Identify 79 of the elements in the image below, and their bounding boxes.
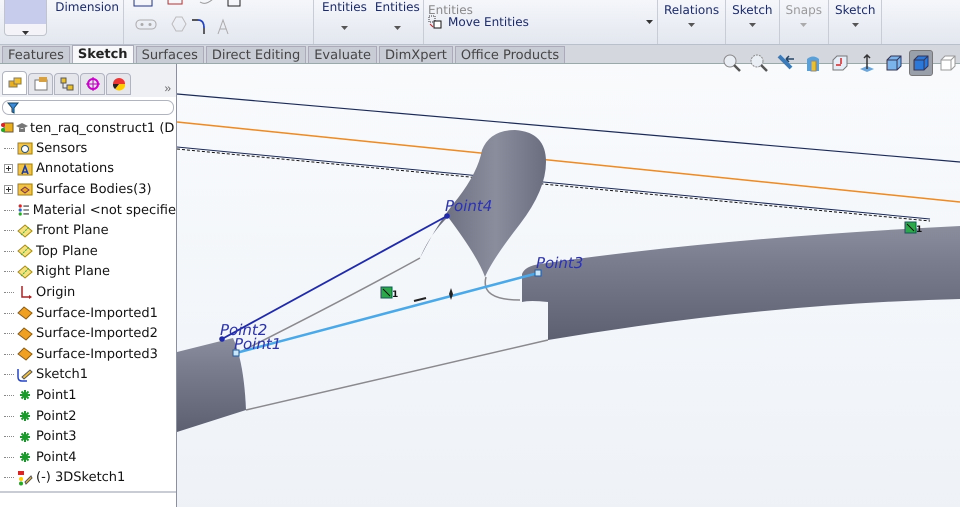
ribbon-tab[interactable]: DimXpert [379,46,453,63]
tree-item-label[interactable]: Point1 [36,388,77,403]
point-marker [534,270,542,276]
surface-icon [17,346,33,362]
relation-count: 1 [916,225,922,235]
annotations-icon [17,160,33,177]
tree-item-label[interactable]: Point4 [36,450,77,465]
ribbon-tab[interactable]: Office Products [454,46,566,63]
dimension-button[interactable]: Dimension [51,0,123,20]
tree-item-label[interactable]: Point3 [36,429,77,444]
tree-item-label[interactable]: (-) 3DSketch1 [36,470,126,486]
caret-icon [852,23,859,27]
caret-icon [748,23,756,27]
filter-icon [7,102,19,114]
ribbon-tab[interactable]: Sketch [72,45,134,63]
sketch3d-icon [17,470,33,486]
shaded-view-button[interactable] [909,50,933,76]
plane-icon [17,222,33,239]
filter-field[interactable] [2,100,174,115]
caret-icon[interactable] [646,20,653,24]
ribbon-tab[interactable]: Direct Editing [206,46,306,63]
more-tabs-button[interactable]: » [161,81,174,95]
tree-item-label[interactable]: Material <not specifie [32,202,176,218]
shaded-edges-icon [884,53,904,73]
entities-label: Entities [428,3,474,17]
expand-icon[interactable] [4,164,13,174]
surface-icon [17,326,33,342]
tree-item-label[interactable]: Annotations [36,161,114,176]
wireframe-icon [938,53,958,73]
ribbon-tab[interactable]: Evaluate [308,46,378,63]
panel-tab[interactable] [106,73,131,95]
config-tab-icon [58,76,74,92]
shaded-icon [911,53,931,73]
line-direction-marker [414,288,453,302]
point-marker [444,213,450,219]
property-tab-icon [32,76,48,92]
orientation-icon [830,53,850,73]
entities-button[interactable]: Entities [372,0,422,40]
dim-tab-icon [84,76,100,92]
tree-item-label[interactable]: Right Plane [36,264,110,280]
material-icon [17,202,30,218]
caret-icon [340,26,348,30]
bodies-icon [17,181,33,198]
zoom-fit-icon [722,53,742,73]
ribbon-button[interactable]: Sketch [730,3,775,43]
sensors-icon [17,140,33,156]
plane-icon [17,264,33,280]
move-entities-button[interactable]: Move Entities [448,15,529,29]
tree-item-label[interactable]: Surface-Imported2 [36,326,158,342]
tree-item-label[interactable]: Surface Bodies(3) [36,182,152,197]
sketch-icon [17,366,33,383]
surface-icon [17,305,33,322]
ribbon-button[interactable]: Sketch [833,3,878,43]
caret-icon [800,23,808,27]
tree-item-label[interactable]: Surface-Imported3 [36,346,158,362]
caret-icon [22,31,30,35]
tree-item-label[interactable]: Surface-Imported1 [36,306,158,321]
tree-item-label[interactable]: Origin [36,284,76,300]
caret-icon [688,23,696,27]
tree-item-label[interactable]: Front Plane [36,223,109,238]
expand-icon[interactable] [4,184,13,194]
tree-item-label[interactable]: Sensors [36,140,88,156]
ribbon-button[interactable]: Relations [662,3,722,43]
ribbon-tab[interactable]: Surfaces [136,46,204,63]
display-tab-icon [110,76,126,92]
ribbon-tab[interactable]: Features [2,46,70,63]
tree-item-label[interactable]: Top Plane [36,244,98,259]
move-entities-icon [428,15,442,29]
tree-item-label: ten_raq_construct1 (D [30,120,174,136]
plane-icon [17,243,33,260]
tree-item-label[interactable]: Point2 [36,408,77,424]
caret-icon [394,26,401,30]
relation-count: 1 [392,290,398,300]
zoom-area-icon [749,53,769,73]
panel-tab[interactable] [54,73,79,95]
relation-icon [380,286,392,298]
relation-icon [904,222,916,234]
tree-item-label[interactable]: Sketch1 [36,367,88,382]
entities-button[interactable]: Entities [320,0,369,40]
